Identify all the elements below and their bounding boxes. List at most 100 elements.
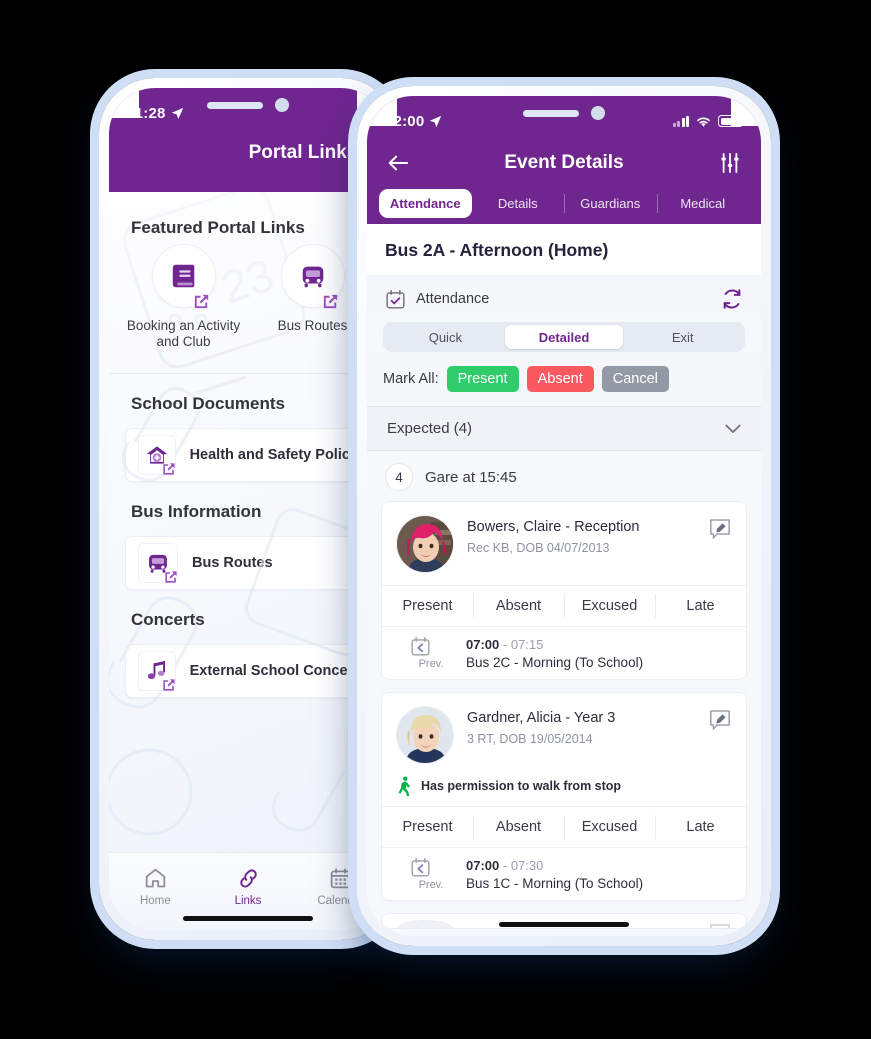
right-status-bar: 12:00: [367, 96, 761, 138]
option-late[interactable]: Late: [655, 807, 746, 847]
option-late[interactable]: Late: [655, 586, 746, 626]
event-title: Bus 2A - Afternoon (Home): [367, 224, 761, 276]
bus-icon-box: [138, 542, 179, 585]
expected-label: Expected (4): [387, 420, 473, 437]
portal-link-bus-routes[interactable]: Bus Routes: [252, 244, 373, 351]
portal-link-booking[interactable]: Booking an Activity and Club: [123, 244, 244, 351]
external-link-icon: [163, 569, 179, 585]
mark-all-present-button[interactable]: Present: [446, 366, 519, 392]
prev-end: 07:15: [510, 636, 544, 652]
left-header-title: Portal Links: [248, 142, 358, 163]
student-card: Bowers, Claire - Reception Rec KB, DOB 0…: [381, 501, 747, 680]
option-excused[interactable]: Excused: [564, 586, 655, 626]
mode-quick[interactable]: Quick: [386, 325, 505, 349]
mode-exit[interactable]: Exit: [623, 325, 742, 349]
booking-icon-circle: [151, 244, 216, 311]
health-home-icon-box: [138, 434, 177, 477]
expected-section-header[interactable]: Expected (4): [367, 406, 761, 451]
left-status-bar: 11:28: [109, 88, 387, 130]
stop-row: 4 Gare at 15:45: [367, 451, 761, 501]
calendar-prev-badge: Prev.: [410, 636, 452, 670]
page-title: Event Details: [504, 152, 624, 173]
attendance-options: Present Absent Excused Late: [382, 585, 746, 626]
option-present[interactable]: Present: [382, 586, 473, 626]
tab-label: Links: [234, 895, 262, 907]
featured-portal-links-section: Featured Portal Links Booking an Activit…: [109, 192, 387, 373]
mark-all-label: Mark All:: [383, 371, 439, 387]
calendar-prev-icon: [410, 636, 452, 657]
student-name: Gardner, Alicia - Year 3: [467, 710, 616, 726]
previous-trip-time: 07:00 - 07:30: [466, 857, 544, 873]
document-card-concert[interactable]: External School Concert: [125, 643, 371, 698]
attendance-header-row: Attendance: [367, 276, 761, 318]
portal-link-label: Booking an Activity and Club: [126, 318, 241, 350]
sliders-icon[interactable]: [719, 153, 741, 173]
option-excused[interactable]: Excused: [564, 807, 655, 847]
section-title-featured: Featured Portal Links: [131, 218, 305, 237]
tab-details[interactable]: Details: [472, 189, 565, 218]
right-nav-row: Event Details: [367, 140, 761, 186]
right-app-header: 12:00 Event Details Attendance Details G…: [367, 96, 761, 224]
option-absent[interactable]: Absent: [473, 807, 564, 847]
mark-all-row: Mark All: Present Absent Cancel: [367, 352, 761, 406]
location-arrow-icon: [171, 107, 184, 120]
screenshot-canvas: 11:28 Portal Links 23: [0, 0, 871, 1039]
prev-start: 07:00: [466, 857, 500, 873]
avatar: [396, 706, 454, 764]
external-link-icon: [161, 461, 177, 477]
section-title-school-documents: School Documents: [131, 393, 285, 413]
right-content-area: Bus 2A - Afternoon (Home) Attendance Qui…: [367, 224, 761, 936]
music-icon-box: [138, 650, 177, 693]
refresh-icon[interactable]: [721, 288, 743, 310]
calendar-prev-badge: Prev.: [410, 857, 452, 891]
card-spacer: [367, 680, 761, 692]
previous-trip-time: 07:00 - 07:15: [466, 636, 544, 652]
document-card-label: Health and Safety Policy: [189, 446, 358, 463]
option-absent[interactable]: Absent: [473, 586, 564, 626]
mark-all-cancel-button[interactable]: Cancel: [601, 366, 669, 392]
student-info: Bowers, Claire - Reception Rec KB, DOB 0…: [467, 515, 695, 555]
note-pencil-icon[interactable]: [708, 922, 732, 928]
previous-trip-name: Bus 2C - Morning (To School): [466, 654, 644, 670]
attendance-options: Present Absent Excused Late: [382, 806, 746, 847]
previous-trip-row: Prev. 07:00 - 07:30 Bus 1C - Morning (To…: [382, 847, 746, 900]
bus-icon: [298, 261, 328, 291]
bus-icon-circle: [280, 244, 345, 309]
stop-count-badge: 4: [385, 463, 413, 491]
tab-links[interactable]: Links: [202, 865, 295, 907]
note-pencil-icon[interactable]: [708, 708, 732, 732]
previous-trip-name: Bus 1C - Morning (To School): [466, 875, 644, 891]
tab-medical[interactable]: Medical: [656, 189, 750, 218]
tab-guardians[interactable]: Guardians: [564, 189, 657, 218]
link-icon: [202, 865, 295, 891]
note-pencil-icon[interactable]: [708, 517, 732, 541]
previous-trip-info: 07:00 - 07:15 Bus 2C - Morning (To Schoo…: [466, 637, 643, 670]
option-present[interactable]: Present: [382, 807, 473, 847]
mark-all-absent-button[interactable]: Absent: [526, 366, 594, 392]
section-title-concerts: Concerts: [131, 609, 205, 629]
book-icon: [169, 261, 199, 291]
left-content-area: 23 123 Featured Portal Links: [109, 192, 387, 930]
left-phone-screen: 11:28 Portal Links 23: [109, 88, 387, 930]
attendance-mode-segmented-control: Quick Detailed Exit: [383, 322, 745, 352]
mode-detailed[interactable]: Detailed: [504, 325, 624, 349]
card-spacer: [367, 901, 761, 913]
chevron-down-icon: [725, 424, 741, 434]
external-link-icon: [192, 292, 211, 311]
calendar-check-icon: [385, 289, 406, 310]
document-card-health-safety[interactable]: Health and Safety Policy: [125, 427, 371, 482]
previous-badge-label: Prev.: [418, 879, 444, 891]
student-details: Rec KB, DOB 04/07/2013: [467, 541, 610, 555]
right-status-time: 12:00: [385, 112, 425, 130]
tab-home[interactable]: Home: [109, 865, 202, 907]
right-status-time-group: 12:00: [385, 113, 442, 130]
prev-end: 07:30: [510, 857, 544, 873]
document-card-label: External School Concert: [189, 662, 358, 679]
prev-start: 07:00: [466, 636, 500, 652]
walk-permission-label: Has permission to walk from stop: [421, 779, 622, 793]
external-link-icon: [161, 677, 177, 693]
walking-person-icon: [396, 776, 413, 796]
back-arrow-icon[interactable]: [387, 154, 409, 172]
document-card-bus-routes[interactable]: Bus Routes: [125, 535, 371, 590]
tab-attendance[interactable]: Attendance: [379, 188, 472, 218]
